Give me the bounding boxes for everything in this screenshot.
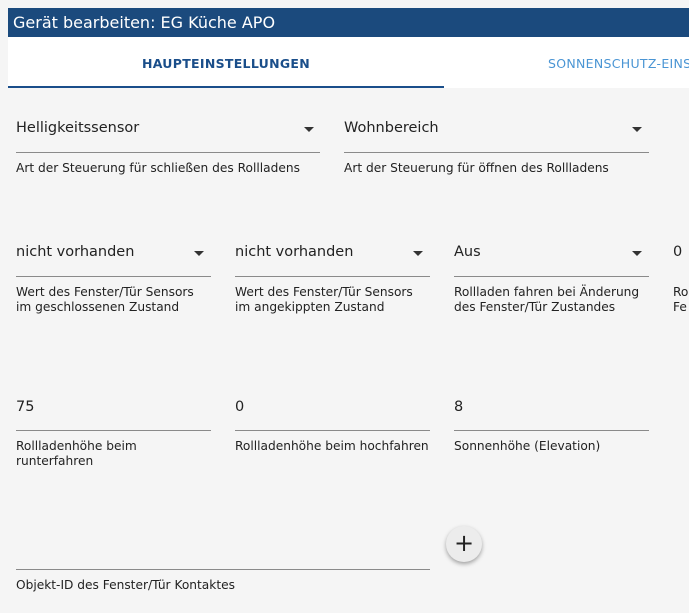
plus-icon: + <box>453 529 475 557</box>
field-helper-text: Sonnenhöhe (Elevation) <box>454 439 649 454</box>
field-underline <box>454 430 649 431</box>
window-sensor-closed-select[interactable]: nicht vorhanden Wert des Fenster/Tür Sen… <box>16 244 211 319</box>
height-down-input[interactable]: 75 Rollladenhöhe beim runterfahren <box>16 399 211 474</box>
input-value: 0 <box>235 399 245 415</box>
tab-haupteinstellungen[interactable]: HAUPTEINSTELLUNGEN <box>8 37 444 88</box>
helper-line: im angekippten Zustand <box>235 300 385 314</box>
helper-line: Ro <box>673 285 689 299</box>
active-tab-indicator <box>8 86 444 88</box>
chevron-down-icon[interactable] <box>304 127 314 132</box>
helper-line: Wert des Fenster/Tür Sensors <box>235 285 413 299</box>
open-control-select[interactable]: Wohnbereich Art der Steuerung für öffnen… <box>344 120 649 180</box>
select-value: nicht vorhanden <box>16 244 135 260</box>
helper-line: runterfahren <box>16 454 94 468</box>
edit-device-dialog: Gerät bearbeiten: EG Küche APO HAUPTEINS… <box>0 0 689 613</box>
field-helper-text: Art der Steuerung für öffnen des Rolllad… <box>344 161 609 175</box>
input-value: 75 <box>16 399 35 415</box>
select-value: Aus <box>454 244 481 260</box>
tab-label: SONNENSCHUTZ-EINS <box>548 56 689 71</box>
tab-label: HAUPTEINSTELLUNGEN <box>141 56 311 71</box>
helper-line: Fe <box>673 300 687 314</box>
select-value: nicht vorhanden <box>235 244 354 260</box>
chevron-down-icon[interactable] <box>632 251 642 256</box>
add-object-button[interactable]: + <box>446 526 482 562</box>
helper-line: Rollladen fahren bei Änderung <box>454 285 640 299</box>
field-helper-text: Rollladenhöhe beim runterfahren <box>16 439 211 469</box>
sun-elevation-input[interactable]: 8 Sonnenhöhe (Elevation) <box>454 399 649 474</box>
field-helper-text: Wert des Fenster/Tür Sensors im geschlos… <box>16 285 211 315</box>
height-up-input[interactable]: 0 Rollladenhöhe beim hochfahren <box>235 399 430 474</box>
field-helper-text: Rollladen fahren bei Änderung des Fenste… <box>454 285 649 315</box>
tab-bar: HAUPTEINSTELLUNGEN SONNENSCHUTZ-EINS <box>8 37 689 88</box>
helper-line: im geschlossenen Zustand <box>16 300 180 314</box>
field-underline <box>235 276 430 277</box>
select-value: Wohnbereich <box>344 120 439 136</box>
input-value: 0 <box>673 244 683 260</box>
helper-line: des Fenster/Tür Zustandes <box>454 300 616 314</box>
window-contact-object-id-input[interactable]: Objekt-ID des Fenster/Tür Kontaktes <box>16 536 430 596</box>
field-helper-text: Rollladenhöhe beim hochfahren <box>235 439 430 454</box>
field-helper-text: Objekt-ID des Fenster/Tür Kontaktes <box>16 578 235 592</box>
tab-sonnenschutz[interactable]: SONNENSCHUTZ-EINS <box>548 37 689 88</box>
field-underline <box>16 276 211 277</box>
chevron-down-icon[interactable] <box>194 251 204 256</box>
left-margin <box>0 0 8 613</box>
window-sensor-tilted-select[interactable]: nicht vorhanden Wert des Fenster/Tür Sen… <box>235 244 430 319</box>
chevron-down-icon[interactable] <box>413 251 423 256</box>
input-value: 8 <box>454 399 464 415</box>
helper-line: Sonnenhöhe (Elevation) <box>454 439 601 453</box>
chevron-down-icon[interactable] <box>632 127 642 132</box>
helper-line: Wert des Fenster/Tür Sensors <box>16 285 194 299</box>
field-helper-text: Ro Fe <box>673 285 689 315</box>
field-underline <box>344 152 649 153</box>
field-helper-text: Wert des Fenster/Tür Sensors im angekipp… <box>235 285 430 315</box>
field-underline <box>16 152 320 153</box>
field-underline <box>454 276 649 277</box>
field-underline <box>16 430 211 431</box>
helper-line: Rollladenhöhe beim hochfahren <box>235 439 429 453</box>
field-helper-text: Art der Steuerung für schließen des Roll… <box>16 161 300 175</box>
select-value: Helligkeitssensor <box>16 120 140 136</box>
dialog-title: Gerät bearbeiten: EG Küche APO <box>8 8 689 37</box>
helper-line: Rollladenhöhe beim <box>16 439 137 453</box>
truncated-number-field[interactable]: 0 Ro Fe <box>673 244 689 319</box>
close-control-select[interactable]: Helligkeitssensor Art der Steuerung für … <box>16 120 320 180</box>
field-underline <box>235 430 430 431</box>
move-on-window-change-select[interactable]: Aus Rollladen fahren bei Änderung des Fe… <box>454 244 649 319</box>
field-underline <box>16 569 430 570</box>
